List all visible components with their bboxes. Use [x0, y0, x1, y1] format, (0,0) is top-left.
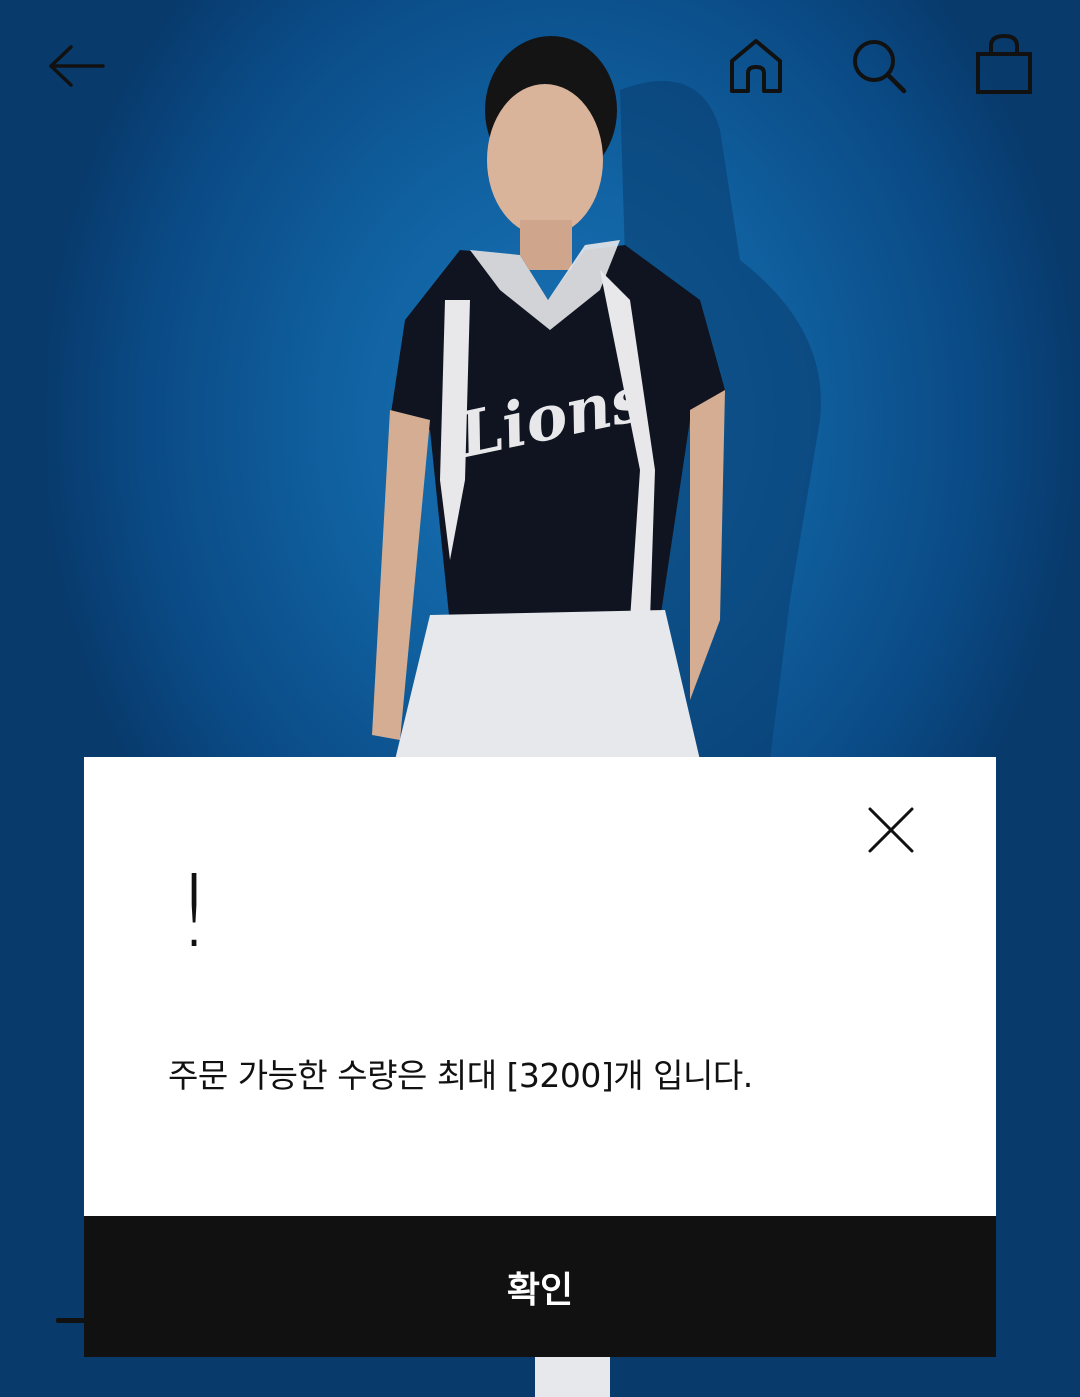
close-button[interactable]: [862, 801, 920, 859]
search-button[interactable]: [843, 30, 915, 102]
dialog-message: 주문 가능한 수량은 최대 [3200]개 입니다.: [168, 1056, 753, 1095]
home-icon: [730, 39, 782, 93]
arrow-left-icon: [49, 45, 105, 87]
alert-dialog: ! 주문 가능한 수량은 최대 [3200]개 입니다. 확인: [84, 757, 996, 1357]
close-icon: [868, 807, 914, 853]
carousel-indicator: [56, 1318, 86, 1323]
home-button[interactable]: [720, 30, 792, 102]
shopping-bag-icon: [976, 33, 1032, 94]
search-icon: [853, 40, 907, 94]
alert-icon: !: [174, 853, 215, 970]
shopping-bag-button[interactable]: [968, 28, 1040, 100]
confirm-button[interactable]: 확인: [84, 1216, 996, 1357]
top-app-bar: [0, 0, 1080, 130]
back-button[interactable]: [40, 30, 112, 102]
